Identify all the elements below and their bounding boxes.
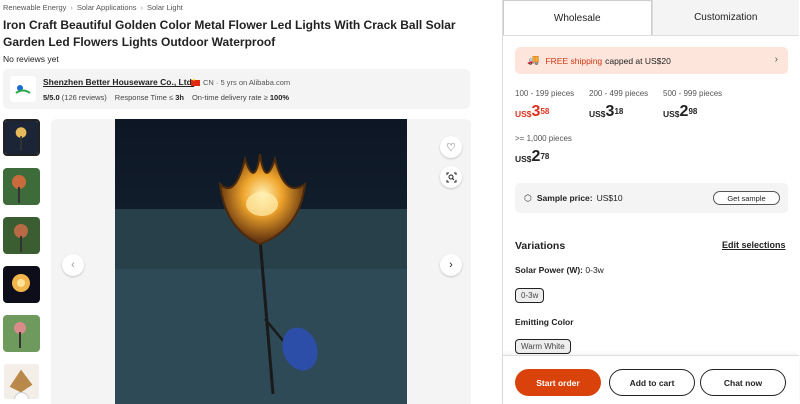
chevron-right-icon[interactable]: › <box>440 254 462 276</box>
supplier-response-time: Response Time ≤ 3h <box>114 93 184 102</box>
sample-price-box: ⬡ Sample price: US$10 Get sample <box>515 183 788 213</box>
tier-price: US$ 2 98 <box>663 103 698 120</box>
sample-price-label: Sample price: <box>536 193 593 203</box>
free-shipping-banner[interactable]: 🚚 FREE shipping capped at US$20 › <box>515 47 788 74</box>
box-icon: ⬡ <box>524 192 532 203</box>
purchase-tabs: Wholesale Customization <box>503 0 799 36</box>
supplier-country: CN · 5 yrs on Alibaba.com <box>191 77 291 87</box>
tab-customization[interactable]: Customization <box>651 0 799 35</box>
tier-range: 500 - 999 pieces <box>663 89 723 98</box>
chevron-right-icon: › <box>774 54 778 65</box>
thumbnail-5[interactable] <box>3 315 40 352</box>
supplier-stats: 5/5.0 (126 reviews) Response Time ≤ 3h O… <box>43 93 289 102</box>
thumbnail-6[interactable]: ⌄ <box>3 364 40 399</box>
supplier-logo[interactable] <box>10 76 36 102</box>
get-sample-button[interactable]: Get sample <box>713 191 780 205</box>
image-search-icon[interactable] <box>440 166 462 188</box>
breadcrumb-item[interactable]: Solar Light <box>147 3 183 12</box>
tier-price: US$ 3 58 <box>515 103 550 120</box>
variations-title: Variations <box>515 240 566 252</box>
truck-icon: 🚚 <box>527 55 540 66</box>
tier-price: US$ 2 78 <box>515 148 550 165</box>
breadcrumb-separator: › <box>70 3 73 12</box>
tab-wholesale[interactable]: Wholesale <box>503 0 652 35</box>
free-shipping-text: FREE shipping <box>545 55 603 66</box>
action-bar: Start order Add to cart Chat now <box>503 355 799 404</box>
supplier-name[interactable]: Shenzhen Better Houseware Co., Ltd. <box>43 77 194 87</box>
supplier-rating: 5/5.0 (126 reviews) <box>43 93 107 102</box>
review-count: No reviews yet <box>3 54 59 64</box>
tier-range: 100 - 199 pieces <box>515 89 575 98</box>
add-to-cart-button[interactable]: Add to cart <box>609 369 695 396</box>
solar-power-label: Solar Power (W): 0-3w <box>515 265 604 275</box>
thumbnail-3[interactable] <box>3 217 40 254</box>
breadcrumb-separator: › <box>140 3 144 12</box>
breadcrumb: Renewable Energy › Solar Applications › … <box>3 3 183 12</box>
solar-power-option[interactable]: 0-3w <box>515 288 545 303</box>
shipping-cap-text: capped at US$20 <box>605 55 671 66</box>
thumbnail-list: ⌄ <box>3 119 40 399</box>
tier-range: 200 - 499 pieces <box>589 89 649 98</box>
supplier-delivery-rate: On-time delivery rate ≥ 100% <box>191 93 290 102</box>
edit-selections-link[interactable]: Edit selections <box>722 240 786 250</box>
product-title: Iron Craft Beautiful Golden Color Metal … <box>3 18 456 49</box>
breadcrumb-item[interactable]: Renewable Energy <box>3 3 66 12</box>
supplier-country-text: CN · 5 yrs on Alibaba.com <box>203 78 291 87</box>
china-flag-icon <box>191 77 200 86</box>
tier-price: US$ 3 18 <box>589 103 624 120</box>
purchase-panel: Wholesale Customization 🚚 FREE shipping … <box>502 0 800 404</box>
start-order-button[interactable]: Start order <box>515 369 601 396</box>
chat-now-button[interactable]: Chat now <box>700 369 786 396</box>
supplier-card: Shenzhen Better Houseware Co., Ltd. CN ·… <box>3 69 470 109</box>
emitting-color-label: Emitting Color <box>515 317 574 327</box>
tier-range: >= 1,000 pieces <box>515 134 572 143</box>
thumbnail-4[interactable] <box>3 266 40 303</box>
main-product-image[interactable] <box>115 119 407 404</box>
chevron-left-icon[interactable]: ‹ <box>62 254 84 276</box>
product-gallery-area: Renewable Energy › Solar Applications › … <box>0 0 480 404</box>
thumbnail-1[interactable] <box>3 119 40 156</box>
emitting-color-option[interactable]: Warm White <box>515 339 571 354</box>
sample-price-value: US$10 <box>596 193 623 203</box>
heart-icon[interactable]: ♡ <box>440 136 462 158</box>
main-product-image-area: ‹ › ♡ <box>51 119 471 404</box>
thumbnail-2[interactable] <box>3 168 40 205</box>
breadcrumb-item[interactable]: Solar Applications <box>77 3 137 12</box>
